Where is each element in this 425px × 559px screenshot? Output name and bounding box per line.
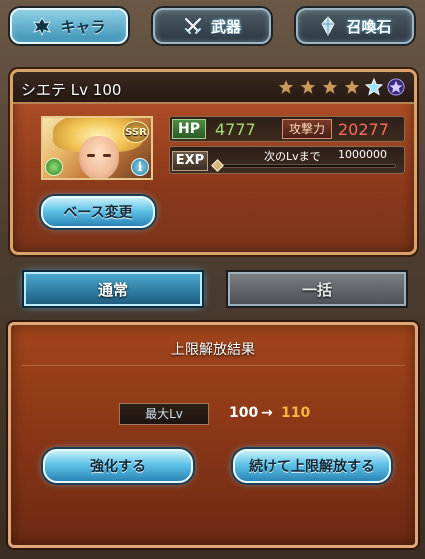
arrow-icon: → xyxy=(261,405,273,421)
hp-value: 4777 xyxy=(215,120,256,139)
level-after: 110 xyxy=(281,405,311,421)
crest-icon xyxy=(33,17,52,36)
result-title: 上限解放結果 xyxy=(171,342,255,358)
level-before: 100 xyxy=(229,405,259,421)
tab-summon[interactable]: 召喚石 xyxy=(296,8,414,44)
hp-label: HP xyxy=(172,119,206,139)
star-icon xyxy=(320,76,340,98)
mode-tab-normal[interactable]: 通常 xyxy=(24,272,202,306)
continue-uncap-button[interactable]: 続けて上限解放する xyxy=(233,449,391,483)
next-level-value: 1000000 xyxy=(338,148,387,161)
character-portrait[interactable]: SSR i xyxy=(41,116,153,180)
star-icon xyxy=(342,76,362,98)
crossed-swords-icon xyxy=(184,18,201,34)
tab-character[interactable]: キャラ xyxy=(10,8,128,44)
ssr-badge: SSR xyxy=(123,121,149,143)
tab-weapon-label: 武器 xyxy=(210,17,241,36)
purple-star-icon xyxy=(386,76,406,98)
uncap-result-panel: 上限解放結果 最大Lv 100 → 110 強化する 続けて上限解放する xyxy=(8,322,418,548)
info-icon[interactable]: i xyxy=(131,158,149,176)
base-change-button[interactable]: ベース変更 xyxy=(41,196,155,228)
tab-weapon[interactable]: 武器 xyxy=(153,8,271,44)
mode-tab-bulk[interactable]: 一括 xyxy=(228,272,406,306)
next-level-label: 次のLvまで xyxy=(264,150,321,163)
tab-character-label: キャラ xyxy=(60,17,106,36)
exp-progress-knob xyxy=(211,159,224,172)
exp-row: EXP 次のLvまで 1000000 xyxy=(169,146,405,174)
divider xyxy=(21,365,405,366)
tab-summon-label: 召喚石 xyxy=(346,17,392,36)
blue-star-icon xyxy=(364,76,384,98)
enhance-button[interactable]: 強化する xyxy=(43,449,193,483)
character-header: シエテ Lv 100 xyxy=(13,72,414,104)
stats-row: HP 4777 攻撃力 20277 xyxy=(169,116,405,142)
attack-value: 20277 xyxy=(338,120,389,139)
wind-element-icon xyxy=(45,158,63,176)
exp-progress-bar xyxy=(211,159,396,172)
crystal-icon xyxy=(321,16,336,36)
max-level-label: 最大Lv xyxy=(119,403,209,425)
star-icon xyxy=(298,76,318,98)
uncap-stars xyxy=(276,76,406,98)
star-icon xyxy=(276,76,296,98)
character-name-level: シエテ Lv 100 xyxy=(21,81,122,99)
character-panel: シエテ Lv 100 SSR i HP 4777 攻撃力 20277 EXP 次… xyxy=(10,69,417,255)
exp-label: EXP xyxy=(172,151,208,171)
attack-label: 攻撃力 xyxy=(282,119,332,139)
